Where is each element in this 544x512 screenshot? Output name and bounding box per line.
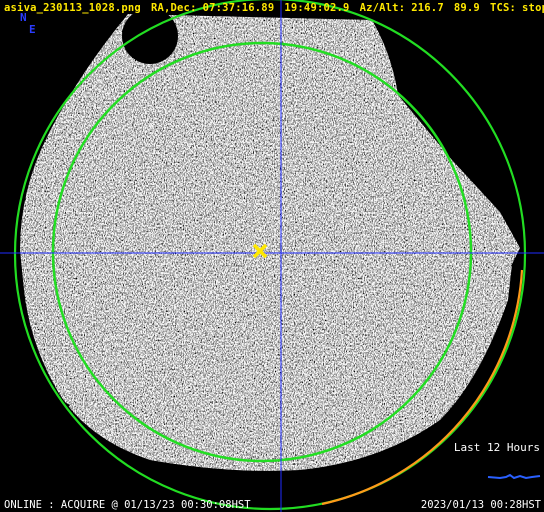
tcs-value: stop (522, 2, 544, 14)
alt-value: 89.9 (453, 2, 480, 14)
ra-value: 07:37:16.89 (202, 2, 275, 14)
occlusion-blob (122, 8, 178, 64)
radec-label: RA,Dec: (150, 2, 197, 14)
history-trace (487, 473, 541, 480)
tcs-label: TCS: (489, 2, 517, 14)
dec-value: 19:49:02.9 (284, 2, 350, 14)
sky-image (20, 14, 520, 471)
sky-camera-view (0, 0, 544, 512)
az-value: 216.7 (411, 2, 444, 14)
image-timestamp: 2023/01/13 00:28HST (420, 499, 541, 511)
compass-east: E (29, 23, 36, 36)
header-bar: asiva_230113_1028.png RA,Dec: 07:37:16.89 1… (4, 2, 544, 14)
azalt-label: Az/Alt: (359, 2, 406, 14)
history-legend: Last 12 Hours (453, 441, 540, 454)
compass-north: N (20, 11, 27, 24)
acquire-status: ONLINE : ACQUIRE @ 01/13/23 00:30:08HST (4, 499, 251, 511)
